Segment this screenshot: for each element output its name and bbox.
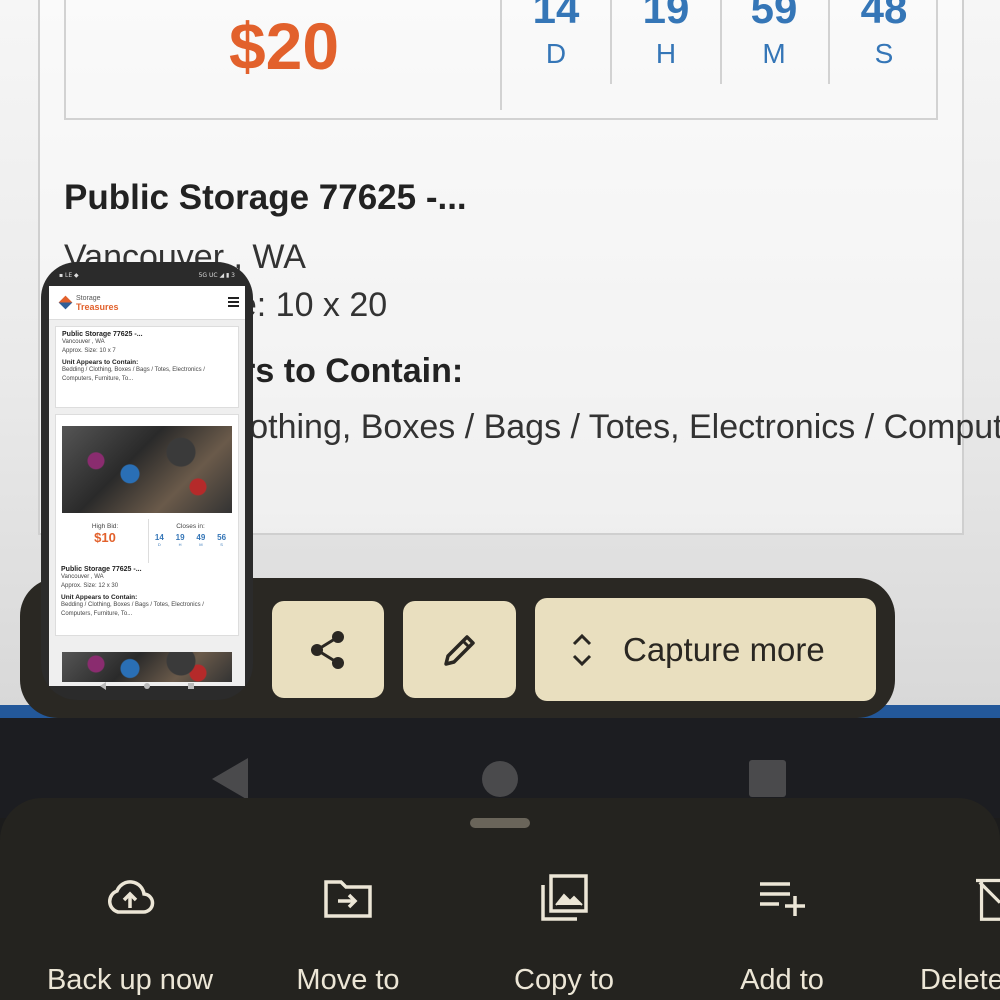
capture-more-button[interactable]: Capture more [535,598,876,701]
expand-vertical-icon [572,633,592,666]
screenshot-thumbnail[interactable]: ▪ LE ◆ 5G UC ◢ ▮ 3 Storage Treasures Pub… [41,262,253,700]
countdown-minutes: 59 M [750,0,798,69]
back-up-now-button[interactable]: Back up now [20,870,240,997]
copy-to-folder-icon [541,874,588,921]
sheet-drag-handle[interactable] [470,818,530,828]
capture-more-label: Capture more [623,630,825,668]
listing-title[interactable]: Public Storage 77625 -... [64,178,467,218]
cloud-upload-icon [108,880,155,914]
nav-back-icon[interactable] [212,758,248,800]
add-to-album-button[interactable]: Add to [672,870,892,997]
menu-icon [228,297,239,307]
bid-countdown-box: $20 14 D 19 H 59 M 48 S [64,0,938,120]
pencil-icon [443,634,475,666]
move-to-folder-button[interactable]: Move to [238,870,458,997]
thumbnail-recents-icon [188,683,194,689]
nav-recents-icon[interactable] [749,760,786,797]
storage-unit-photo [62,426,232,513]
thumbnail-home-icon [144,683,150,689]
thumbnail-listing-card: Public Storage 77625 -... Vancouver , WA… [55,326,239,408]
storage-treasures-logo-icon [58,295,73,310]
thumbnail-status-bar: ▪ LE ◆ 5G UC ◢ ▮ 3 [59,272,235,279]
thumbnail-nav-bar [41,672,253,700]
share-icon [311,630,344,669]
delete-icon [976,878,1000,921]
thumbnail-bid-box: High Bid: $10 Closes in: 14 D 19 H 49 M 56 S [62,519,232,569]
thumbnail-back-icon [100,682,106,690]
thumbnail-screen: Storage Treasures Public Storage 77625 -… [49,286,245,686]
countdown-hours: 19 H [642,0,690,69]
thumbnail-site-header: Storage Treasures [49,286,245,320]
move-to-folder-icon [324,880,372,918]
copy-to-folder-button[interactable]: Copy to [454,870,674,997]
countdown-days: 14 D [532,0,580,69]
playlist-add-icon [760,882,805,916]
edit-button[interactable] [403,601,516,698]
site-logo: Storage Treasures [76,294,119,312]
share-button[interactable] [272,601,384,698]
countdown-seconds: 48 S [860,0,908,69]
thumbnail-listing-details: Public Storage 77625 -... Vancouver , WA… [61,566,204,617]
delete-button[interactable]: Delete [890,870,1000,997]
high-bid-amount: $20 [228,9,340,83]
nav-home-icon[interactable] [482,761,518,797]
